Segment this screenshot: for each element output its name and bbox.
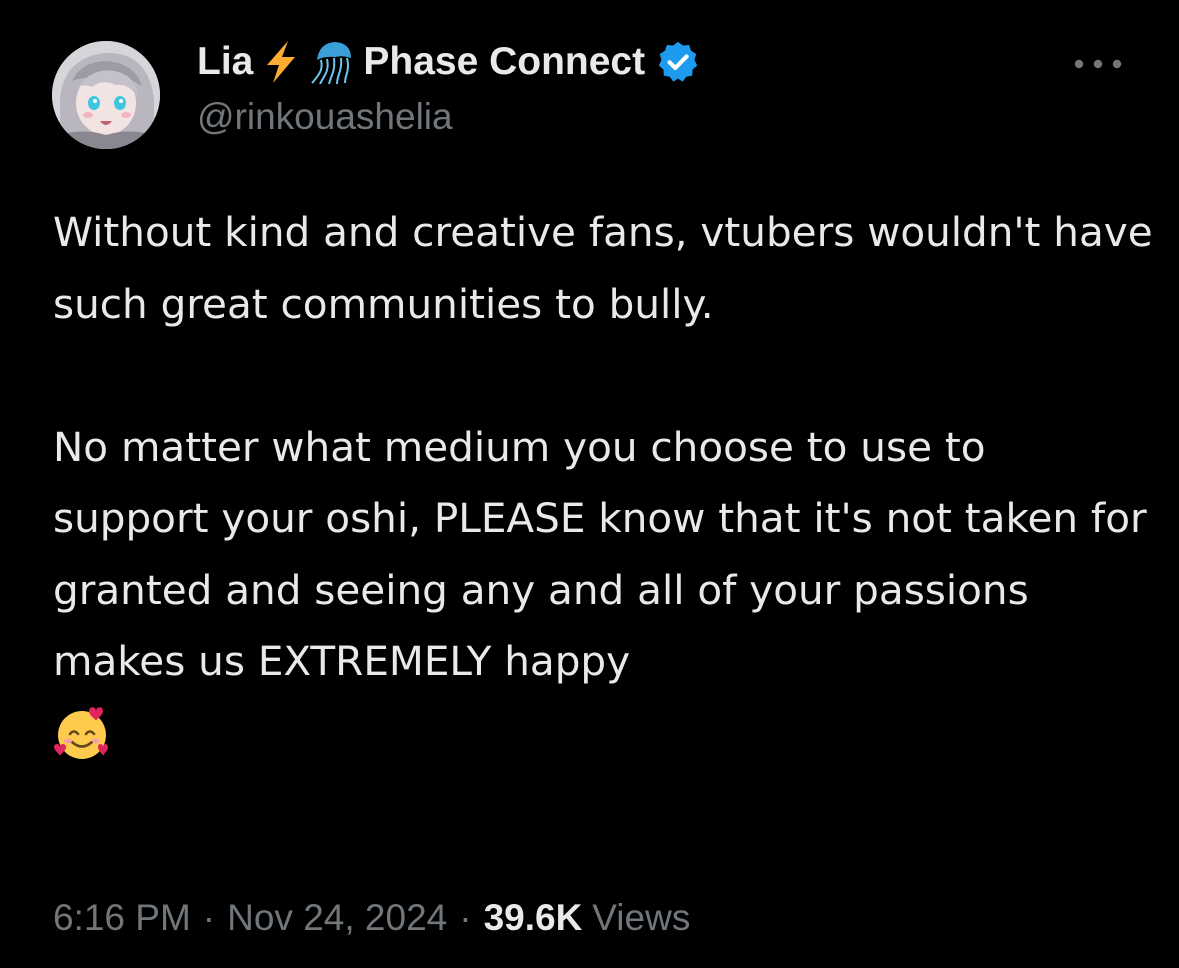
tweet-paragraph: No matter what medium you choose to use …: [53, 422, 1147, 686]
more-icon[interactable]: [1070, 50, 1126, 78]
views-count[interactable]: 39.6K: [484, 897, 583, 939]
tweet-text: Without kind and creative fans, vtubers …: [53, 197, 1153, 769]
author-handle[interactable]: @rinkouashelia: [197, 96, 453, 138]
meta-separator: ·: [459, 897, 472, 938]
tweet-paragraph: Without kind and creative fans, vtubers …: [53, 208, 1153, 328]
author-name-row[interactable]: Lia Phase Connect: [197, 36, 701, 88]
author-name-suffix[interactable]: Phase Connect: [363, 40, 645, 84]
tweet-date[interactable]: Nov 24, 2024: [227, 897, 447, 939]
lightning-emoji: [261, 40, 301, 84]
meta-separator: ·: [202, 897, 216, 938]
smiling-face-with-hearts-emoji: [54, 707, 108, 760]
views-label[interactable]: Views: [592, 897, 690, 939]
verified-badge-icon[interactable]: [655, 39, 701, 85]
avatar-image: [52, 41, 160, 149]
avatar[interactable]: [52, 41, 160, 149]
author-name[interactable]: Lia: [197, 40, 253, 84]
tweet-meta: 6:16 PM · Nov 24, 2024 · 39.6K Views: [53, 893, 690, 943]
tweet-time[interactable]: 6:16 PM: [53, 897, 191, 939]
jellyfish-emoji: [309, 40, 355, 84]
